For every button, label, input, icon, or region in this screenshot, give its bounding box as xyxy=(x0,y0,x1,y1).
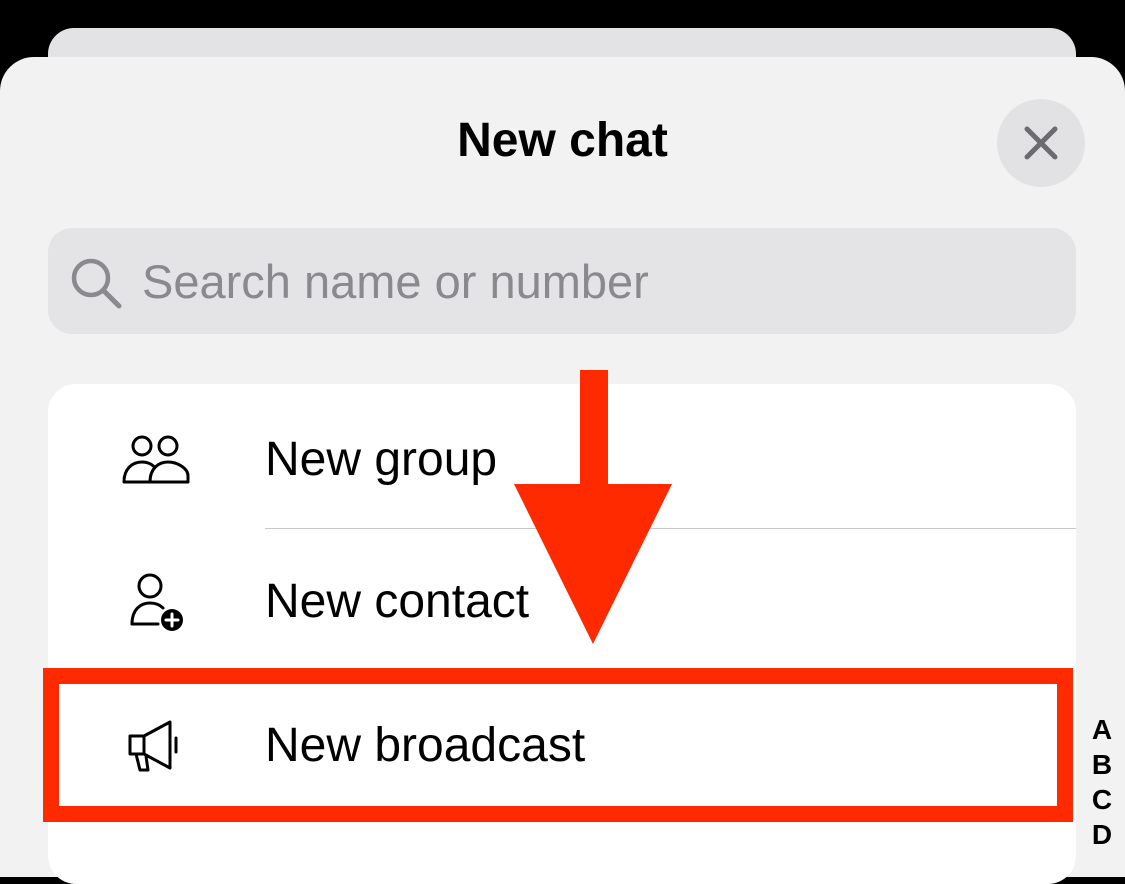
menu-item-label: New broadcast xyxy=(265,719,586,772)
menu-item-label: New contact xyxy=(265,575,530,628)
menu-item-new-broadcast[interactable]: New broadcast xyxy=(48,674,1076,818)
menu-item-label: New group xyxy=(265,433,498,486)
sheet-title: New chat xyxy=(457,114,668,167)
divider xyxy=(265,528,1076,529)
index-letter[interactable]: A xyxy=(1088,712,1116,747)
alphabet-index-bar[interactable]: A B C D xyxy=(1088,712,1116,852)
add-contact-icon xyxy=(130,573,183,631)
menu-item-new-contact[interactable]: New contact xyxy=(48,530,1076,674)
close-icon xyxy=(1024,126,1058,160)
group-icon xyxy=(122,435,190,484)
close-button[interactable] xyxy=(997,99,1085,187)
megaphone-icon xyxy=(128,720,178,772)
search-icon xyxy=(71,258,122,309)
index-letter[interactable]: C xyxy=(1088,782,1116,817)
index-letter[interactable]: D xyxy=(1088,817,1116,852)
search-input[interactable] xyxy=(142,228,1042,334)
index-letter[interactable]: B xyxy=(1088,747,1116,782)
menu-item-new-group[interactable]: New group xyxy=(48,388,1076,532)
search-bar[interactable] xyxy=(48,228,1076,334)
